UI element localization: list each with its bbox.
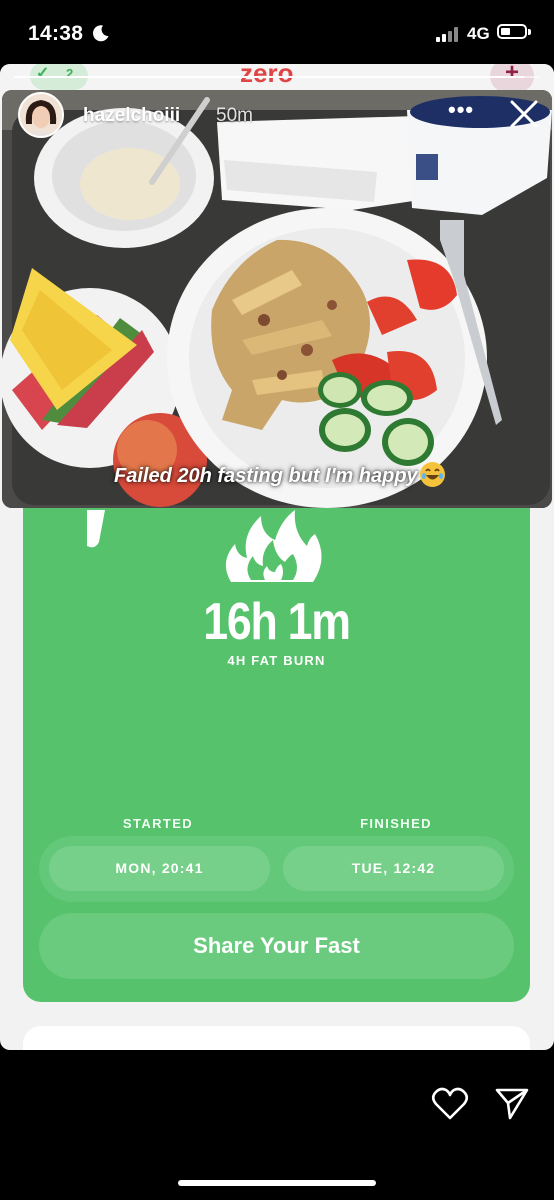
network-type: 4G [467, 24, 490, 43]
story-progress-fill [14, 76, 525, 78]
finished-time-button[interactable]: TUE, 12:42 [283, 846, 504, 891]
story-time-ago: 50m [216, 105, 253, 126]
next-card-edge [23, 1026, 530, 1050]
laughing-emoji-icon [419, 462, 445, 487]
started-label: STARTED [122, 816, 194, 831]
battery-icon [497, 24, 527, 39]
send-icon[interactable] [494, 1087, 530, 1121]
status-time: 14:38 [28, 22, 84, 45]
signal-icon [436, 26, 462, 42]
finished-label: FINISHED [360, 816, 432, 831]
story-photo [2, 90, 552, 508]
decorative-shape [87, 510, 105, 548]
more-options-button[interactable]: ••• [448, 99, 478, 126]
share-fast-button[interactable]: Share Your Fast [39, 913, 514, 979]
story-viewer[interactable]: ✓ 2 zero + hazelchoiii 50m ••• Failed 20… [0, 64, 554, 1050]
fast-summary-card: 16h 1m 4H FAT BURN STARTED FINISHED MON,… [23, 508, 530, 1002]
moon-icon [92, 25, 109, 42]
battery-tip [528, 29, 531, 35]
started-time-button[interactable]: MON, 20:41 [49, 846, 270, 891]
check-icon: ✓ [36, 65, 50, 82]
home-indicator[interactable] [178, 1180, 376, 1186]
story-caption: Failed 20h fasting but I'm happy [114, 462, 445, 488]
fast-duration: 16h 1m [203, 593, 351, 651]
caption-text: Failed 20h fasting but I'm happy [114, 465, 418, 487]
flame-icon [225, 510, 322, 582]
start-end-times: MON, 20:41 TUE, 12:42 [39, 836, 514, 902]
heart-icon[interactable] [431, 1086, 469, 1122]
fat-burn-label: 4H FAT BURN [227, 653, 326, 668]
story-progress-bar [14, 76, 540, 78]
close-icon[interactable] [508, 98, 540, 130]
story-header: hazelchoiii 50m ••• [0, 88, 554, 144]
completed-count: 2 [66, 66, 74, 81]
story-username[interactable]: hazelchoiii [83, 105, 180, 127]
avatar[interactable] [18, 92, 64, 138]
status-bar: 14:38 4G [0, 0, 554, 64]
